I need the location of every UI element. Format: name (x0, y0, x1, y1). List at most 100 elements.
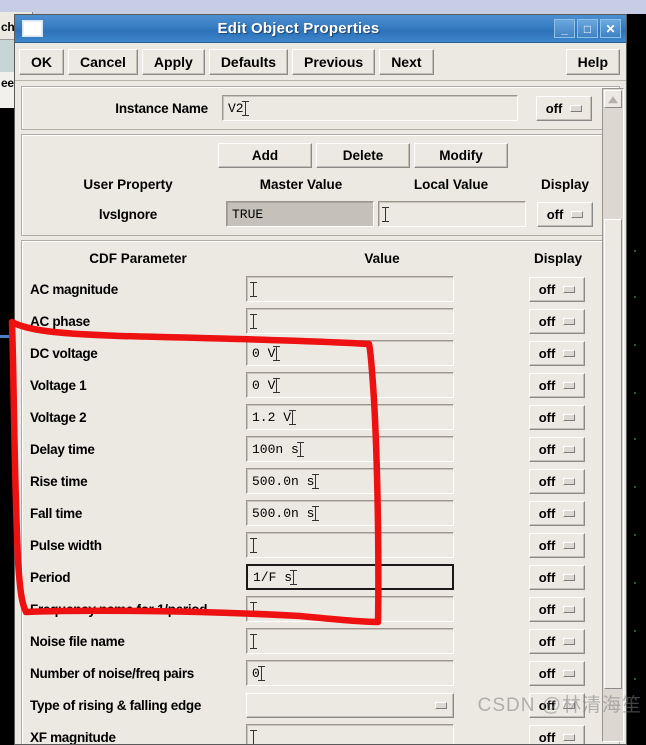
next-button[interactable]: Next (379, 48, 434, 75)
cdf-display-option-menu[interactable]: off (529, 660, 585, 686)
cdf-value-text: 500.0n s (252, 505, 315, 521)
cdf-value-input[interactable] (246, 596, 454, 622)
cdf-parameter-label: AC magnitude (30, 281, 118, 297)
apply-button[interactable]: Apply (141, 48, 205, 75)
cancel-button[interactable]: Cancel (68, 48, 138, 75)
cdf-display-option-menu[interactable]: off (529, 404, 585, 430)
cdf-display-option-menu[interactable]: off (529, 628, 585, 654)
window-menu-icon[interactable] (22, 20, 43, 37)
cdf-display-value: off (538, 537, 556, 553)
cdf-value-text: 0 (252, 665, 260, 681)
option-menu-grip-icon (570, 104, 583, 112)
cdf-value-option-menu[interactable] (246, 692, 454, 718)
dialog-title: Edit Object Properties (217, 20, 380, 37)
cdf-rows-container: AC magnitude off AC phase off DC voltage 0 Vo… (22, 273, 619, 745)
cdf-display-value: off (538, 441, 556, 457)
cdf-value-input[interactable] (246, 532, 454, 558)
cdf-parameter-label: XF magnitude (30, 729, 116, 745)
background-text-fragment-one: ch (1, 20, 15, 34)
cdf-value-input[interactable]: 100n s (246, 436, 454, 462)
cdf-value-input[interactable]: 1/F s (246, 564, 454, 590)
cdf-row: Number of noise/freq pairs 0 off (22, 657, 619, 689)
cdf-display-value: off (538, 601, 556, 617)
cdf-display-value: off (538, 409, 556, 425)
option-menu-grip-icon (563, 541, 576, 549)
user-property-headers: User Property Master Value Local Value D… (22, 170, 619, 198)
user-property-group: Add Delete Modify User Property Master V… (21, 134, 620, 236)
ok-button[interactable]: OK (19, 48, 64, 75)
header-cdf-value: Value (364, 250, 400, 266)
cdf-display-option-menu[interactable]: off (529, 724, 585, 744)
cdf-parameter-group: CDF Parameter Value Display AC magnitude… (21, 240, 620, 745)
cdf-value-input[interactable]: 1.2 V (246, 404, 454, 430)
cdf-value-text: 500.0n s (252, 473, 315, 489)
cdf-row: Delay time 100n s off (22, 433, 619, 465)
cdf-display-option-menu[interactable]: off (529, 532, 585, 558)
cdf-row: DC voltage 0 V off (22, 337, 619, 369)
text-caret-icon (289, 409, 297, 425)
modify-button[interactable]: Modify (414, 142, 508, 168)
cdf-value-input[interactable] (246, 724, 454, 744)
minimize-icon[interactable]: _ (554, 19, 575, 38)
instance-display-value: off (545, 100, 563, 116)
cdf-value-input[interactable]: 0 V (246, 372, 454, 398)
cdf-display-option-menu[interactable]: off (529, 276, 585, 302)
instance-name-label: Instance Name (115, 100, 208, 116)
text-caret-icon (250, 601, 257, 617)
cdf-display-option-menu[interactable]: off (529, 468, 585, 494)
user-property-actions: Add Delete Modify (22, 140, 619, 170)
maximize-icon[interactable]: □ (577, 19, 598, 38)
cdf-value-text: 0 V (252, 345, 276, 361)
cdf-display-option-menu[interactable]: off (529, 436, 585, 462)
cdf-display-value: off (538, 345, 556, 361)
dialog-titlebar[interactable]: Edit Object Properties _ □ ✕ (15, 15, 626, 43)
cdf-display-option-menu[interactable]: off (529, 308, 585, 334)
cdf-row: Period 1/F s off (22, 561, 619, 593)
cdf-value-input[interactable]: 500.0n s (246, 468, 454, 494)
table-row: lvsIgnore TRUE off (22, 198, 619, 230)
cdf-display-value: off (538, 505, 556, 521)
user-property-display-option-menu[interactable]: off (537, 201, 593, 227)
cdf-value-input[interactable]: 0 (246, 660, 454, 686)
cdf-display-option-menu[interactable]: off (529, 596, 585, 622)
scrollbar-thumb[interactable] (604, 219, 622, 689)
delete-button[interactable]: Delete (316, 142, 410, 168)
background-window-edge-highlight (0, 335, 14, 338)
user-property-local-value-input[interactable] (378, 201, 526, 227)
cdf-display-option-menu[interactable]: off (529, 372, 585, 398)
cdf-value-input[interactable] (246, 276, 454, 302)
defaults-button[interactable]: Defaults (208, 48, 289, 75)
cdf-display-value: off (538, 633, 556, 649)
cdf-value-input[interactable]: 500.0n s (246, 500, 454, 526)
cdf-value-input[interactable] (246, 308, 454, 334)
instance-display-option-menu[interactable]: off (536, 95, 592, 121)
cdf-display-option-menu[interactable]: off (529, 500, 585, 526)
cdf-display-value: off (538, 313, 556, 329)
instance-name-input[interactable]: V2 (222, 95, 518, 121)
cdf-value-input[interactable] (246, 628, 454, 654)
desktop-right-black-area (628, 14, 646, 745)
cdf-value-input[interactable]: 0 V (246, 340, 454, 366)
text-caret-icon (250, 313, 257, 329)
cdf-parameter-label: Frequency name for 1/period (30, 601, 208, 617)
user-property-display-value: off (546, 206, 564, 222)
scroll-up-arrow-icon[interactable] (604, 90, 622, 108)
cdf-display-value: off (538, 569, 556, 585)
text-caret-icon (250, 633, 257, 649)
desktop-left-black-area (0, 108, 14, 745)
user-property-master-value: TRUE (232, 206, 264, 222)
cdf-display-option-menu[interactable]: off (529, 564, 585, 590)
cdf-display-value: off (538, 473, 556, 489)
cdf-display-option-menu[interactable]: off (529, 340, 585, 366)
cdf-row: Voltage 2 1.2 V off (22, 401, 619, 433)
cdf-row: XF magnitude off (22, 721, 619, 745)
cdf-row: AC phase off (22, 305, 619, 337)
close-icon[interactable]: ✕ (600, 19, 621, 38)
add-button[interactable]: Add (218, 142, 312, 168)
cdf-parameter-label: Number of noise/freq pairs (30, 665, 194, 681)
header-display: Display (540, 176, 590, 192)
previous-button[interactable]: Previous (292, 48, 376, 75)
help-button[interactable]: Help (565, 48, 620, 75)
vertical-scrollbar[interactable] (602, 88, 624, 742)
option-menu-grip-icon (563, 349, 576, 357)
